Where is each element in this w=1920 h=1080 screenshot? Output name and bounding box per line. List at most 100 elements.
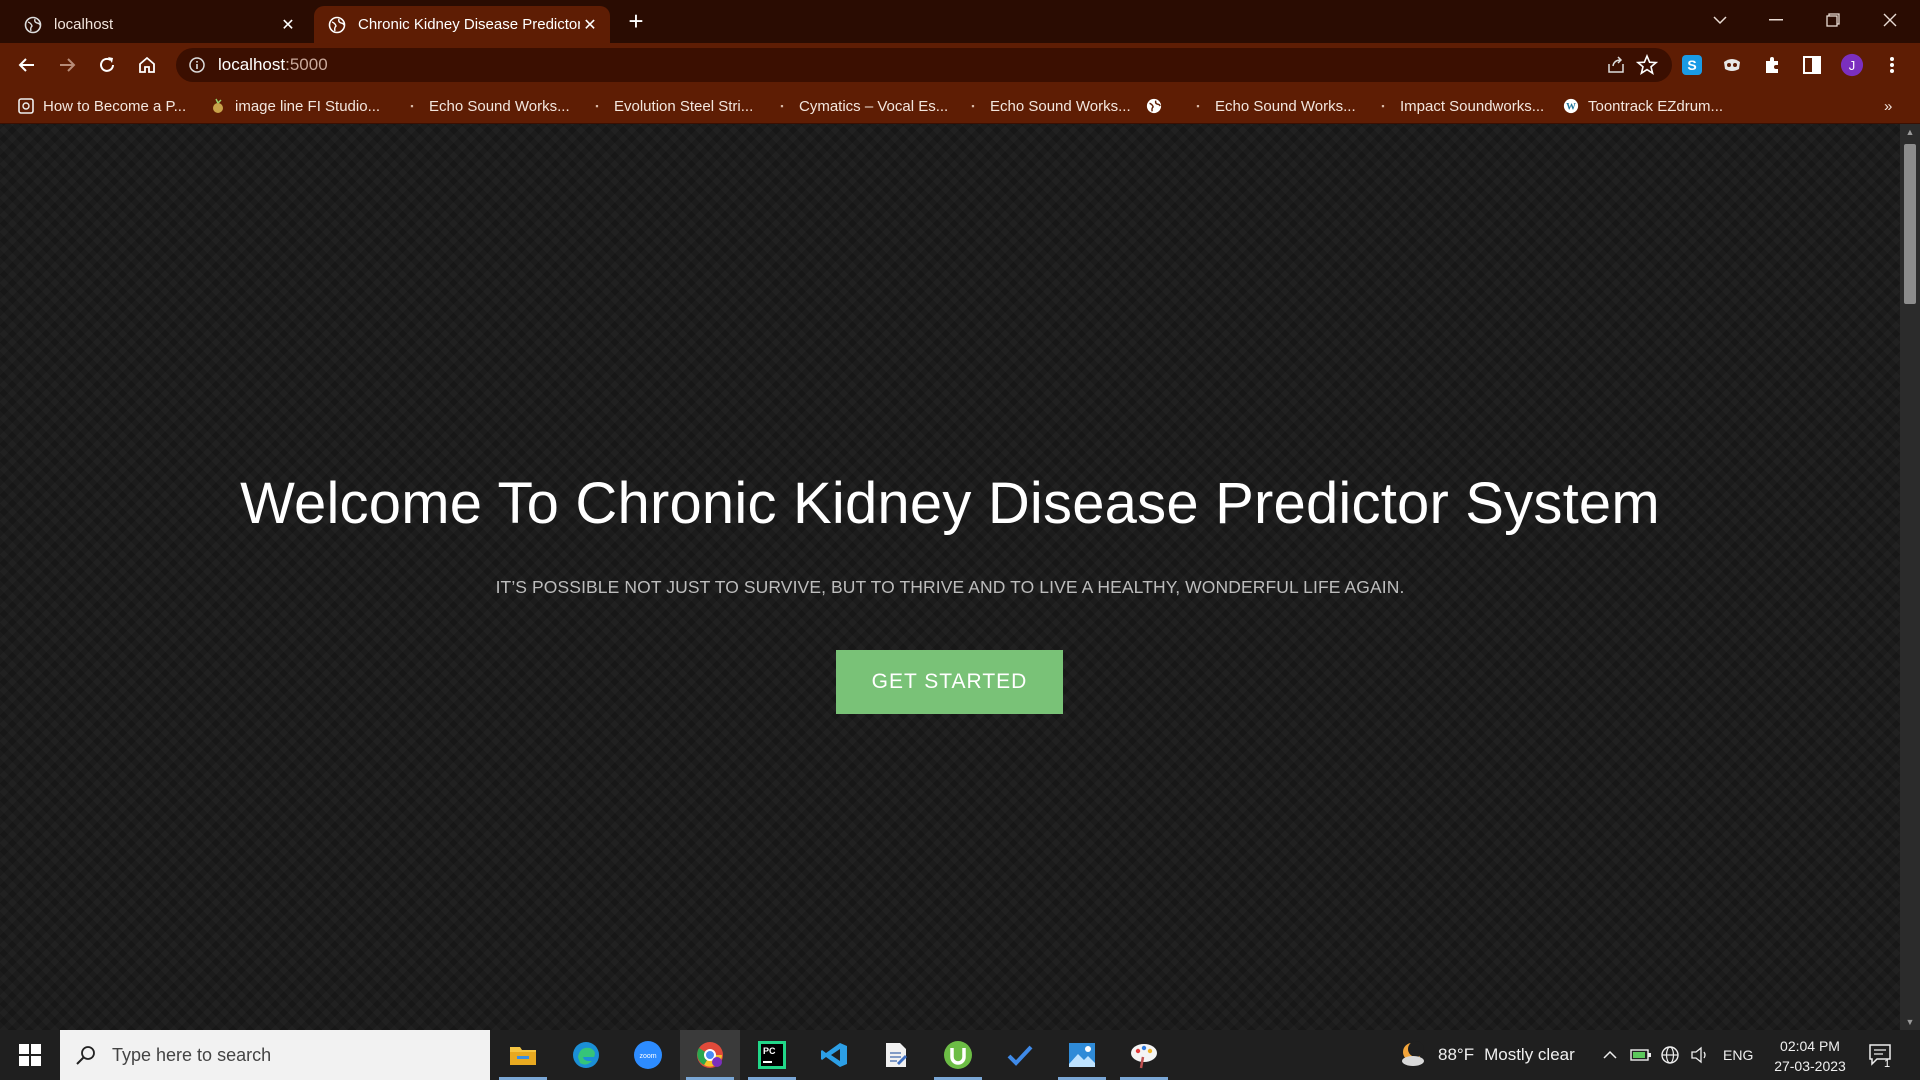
bookmark-item[interactable]: image line FI Studio... xyxy=(210,95,380,117)
kebab-menu-icon[interactable] xyxy=(1880,53,1904,77)
search-icon xyxy=(76,1046,95,1065)
fruit-bookmark-icon xyxy=(210,98,226,114)
zoom-icon[interactable]: zoom xyxy=(618,1030,678,1080)
reload-icon[interactable] xyxy=(91,49,123,81)
network-globe-icon[interactable] xyxy=(1660,1030,1680,1080)
svg-text:PC: PC xyxy=(763,1046,776,1056)
show-hidden-icons-chevron-icon[interactable] xyxy=(1602,1030,1618,1080)
scroll-thumb[interactable] xyxy=(1904,144,1916,304)
url-text: localhost:5000 xyxy=(218,55,328,75)
volume-icon[interactable] xyxy=(1690,1030,1710,1080)
bookmark-item[interactable] xyxy=(1146,95,1171,117)
page-bookmark-icon: ▪ xyxy=(410,101,414,111)
notification-center-icon[interactable]: 1 xyxy=(1868,1030,1894,1080)
windows-taskbar: zoom PC 88°F Mostly clear xyxy=(0,1030,1920,1080)
bookmark-item[interactable]: ▪ Echo Sound Works... xyxy=(404,95,570,117)
hero-title: Welcome To Chronic Kidney Disease Predic… xyxy=(240,471,1660,536)
close-window-icon[interactable] xyxy=(1862,0,1918,40)
bookmark-label: Echo Sound Works... xyxy=(429,97,570,115)
back-arrow-icon[interactable] xyxy=(11,49,43,81)
share-icon[interactable] xyxy=(1606,55,1626,75)
tab-title: localhost xyxy=(54,16,114,33)
bookmark-label: image line FI Studio... xyxy=(235,97,381,115)
browser-toolbar: localhost:5000 S J xyxy=(0,43,1920,87)
search-input[interactable] xyxy=(112,1044,472,1066)
tab-search-chevron-icon[interactable] xyxy=(1692,0,1748,40)
bookmark-star-icon[interactable] xyxy=(1636,54,1658,76)
minimize-icon[interactable] xyxy=(1748,0,1804,40)
scroll-down-icon[interactable]: ▼ xyxy=(1900,1014,1920,1030)
page-bookmark-icon: ▪ xyxy=(971,101,975,111)
url-host: localhost xyxy=(218,55,286,74)
clock-date: 27-03-2023 xyxy=(1774,1058,1846,1074)
globe-icon xyxy=(24,16,42,33)
extension-mask-icon[interactable] xyxy=(1720,53,1744,77)
bookmark-label: Evolution Steel Stri... xyxy=(614,97,754,115)
notepad-icon[interactable] xyxy=(866,1030,926,1080)
photos-icon[interactable] xyxy=(1052,1030,1112,1080)
battery-icon[interactable] xyxy=(1630,1030,1652,1080)
profile-initial: J xyxy=(1848,57,1856,73)
bookmark-item[interactable]: ▪ Evolution Steel Stri... xyxy=(589,95,753,117)
vscode-icon[interactable] xyxy=(804,1030,864,1080)
weather-condition: Mostly clear xyxy=(1484,1045,1575,1064)
hero-subtitle: IT’S POSSIBLE NOT JUST TO SURVIVE, BUT T… xyxy=(495,577,1405,597)
site-info-icon[interactable] xyxy=(188,56,206,74)
side-panel-icon[interactable] xyxy=(1800,53,1824,77)
page-scrollbar[interactable]: ▲ ▼ xyxy=(1900,124,1920,1030)
scroll-up-icon[interactable]: ▲ xyxy=(1900,124,1920,140)
wordpress-bookmark-icon: W xyxy=(1563,98,1579,114)
svg-text:S: S xyxy=(1687,57,1696,73)
get-started-button[interactable]: GET STARTED xyxy=(836,650,1063,714)
bookmark-item[interactable]: ▪ Echo Sound Works... xyxy=(1190,95,1355,117)
page-bookmark-icon: ▪ xyxy=(595,101,599,111)
moon-cloud-icon xyxy=(1402,1041,1424,1066)
weather-temp: 88°F xyxy=(1438,1045,1475,1064)
home-icon[interactable] xyxy=(131,49,163,81)
bookmark-item[interactable]: ▪ Echo Sound Works... xyxy=(965,95,1131,117)
forward-arrow-icon[interactable] xyxy=(51,49,83,81)
windows-start-icon[interactable] xyxy=(0,1030,60,1080)
globe-bookmark-icon xyxy=(1146,98,1162,114)
close-tab-icon[interactable]: ✕ xyxy=(278,15,298,35)
pycharm-icon[interactable]: PC xyxy=(742,1030,802,1080)
bookmark-item[interactable]: W Toontrack EZdrum... xyxy=(1563,95,1723,117)
taskbar-search-box[interactable] xyxy=(60,1030,490,1080)
bookmark-item[interactable]: ▪ Impact Soundworks... xyxy=(1375,95,1544,117)
more-bookmarks-button[interactable]: » xyxy=(1884,95,1892,117)
tab-localhost[interactable]: localhost ✕ xyxy=(10,6,308,43)
profile-avatar[interactable]: J xyxy=(1840,53,1864,77)
utorrent-icon[interactable] xyxy=(928,1030,988,1080)
bookmark-label: Toontrack EZdrum... xyxy=(1588,97,1724,115)
svg-text:zoom: zoom xyxy=(639,1053,656,1060)
globe-icon xyxy=(328,16,346,33)
bookmark-item[interactable]: ▪ Cymatics – Vocal Es... xyxy=(774,95,948,117)
tab-title: Chronic Kidney Disease Predictor xyxy=(358,16,580,33)
edge-browser-icon[interactable] xyxy=(556,1030,616,1080)
chrome-icon[interactable] xyxy=(680,1030,740,1080)
address-bar[interactable]: localhost:5000 xyxy=(176,48,1672,82)
bookmark-item[interactable]: How to Become a P... xyxy=(18,95,186,117)
file-explorer-icon[interactable] xyxy=(493,1030,553,1080)
new-tab-button[interactable]: + xyxy=(622,8,650,36)
page-bookmark-icon: ▪ xyxy=(780,101,784,111)
page-bookmark-icon: ▪ xyxy=(1381,101,1385,111)
url-port: :5000 xyxy=(285,55,328,74)
shield-bookmark-icon xyxy=(18,98,34,114)
extension-s-icon[interactable]: S xyxy=(1680,53,1704,77)
paint-icon[interactable] xyxy=(1114,1030,1174,1080)
weather-widget[interactable]: 88°F Mostly clear xyxy=(1398,1030,1575,1080)
svg-text:W: W xyxy=(1566,102,1576,113)
extensions-puzzle-icon[interactable] xyxy=(1760,53,1784,77)
restore-icon[interactable] xyxy=(1805,0,1861,40)
language-indicator[interactable]: ENG xyxy=(1723,1030,1753,1080)
bookmark-label: Impact Soundworks... xyxy=(1400,97,1545,115)
todo-check-icon[interactable] xyxy=(990,1030,1050,1080)
close-tab-icon[interactable]: ✕ xyxy=(580,15,600,35)
tab-ckd-predictor[interactable]: Chronic Kidney Disease Predictor ✕ xyxy=(314,6,610,43)
system-clock[interactable]: 02:04 PM 27-03-2023 xyxy=(1760,1036,1860,1076)
bookmark-label: Echo Sound Works... xyxy=(990,97,1131,115)
bookmark-label: Cymatics – Vocal Es... xyxy=(799,97,949,115)
bookmarks-bar: How to Become a P... image line FI Studi… xyxy=(0,87,1920,124)
more-bookmarks-label: » xyxy=(1884,97,1893,115)
